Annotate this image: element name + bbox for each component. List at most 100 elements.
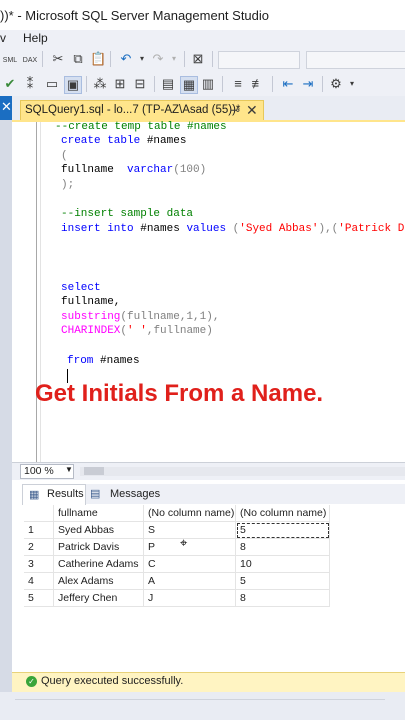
increase-indent-icon[interactable]: ⇥ xyxy=(300,76,316,92)
check-syntax-icon[interactable]: ✔ xyxy=(2,76,18,92)
live-stats-icon[interactable]: ⊞ xyxy=(112,76,128,92)
horizontal-scrollbar[interactable] xyxy=(80,467,405,476)
success-check-icon: ✓ xyxy=(26,676,37,687)
table-cell[interactable]: Patrick Davis xyxy=(54,539,144,556)
code-line: ); xyxy=(61,179,75,191)
redo-icon[interactable]: ↷ xyxy=(150,51,166,67)
title-bar: ))* - Microsoft SQL Server Management St… xyxy=(0,0,405,30)
redo-dropdown-icon[interactable]: ▾ xyxy=(166,51,182,67)
table-cell[interactable]: Catherine Adams xyxy=(54,556,144,573)
code-line: from #names xyxy=(67,355,140,367)
table-cell[interactable]: P xyxy=(144,539,236,556)
table-cell[interactable]: A xyxy=(144,573,236,590)
display-plan-icon[interactable]: ⁑ xyxy=(22,76,38,92)
table-cell[interactable]: Syed Abbas xyxy=(54,522,144,539)
intellisense-icon[interactable]: ▣ xyxy=(64,76,82,94)
table-cell[interactable]: 5 xyxy=(236,573,330,590)
close-icon[interactable]: ✕ xyxy=(1,99,12,115)
row-number[interactable]: 5 xyxy=(24,590,54,607)
code-line: fullname varchar(100) xyxy=(61,164,207,176)
tab-results-label: Results xyxy=(47,488,84,500)
code-line: insert into #names values ('Syed Abbas')… xyxy=(61,223,405,235)
toolbar-separator xyxy=(212,51,213,67)
row-number[interactable]: 3 xyxy=(24,556,54,573)
solution-explorer-icon[interactable]: ⊠ xyxy=(190,51,206,67)
undo-dropdown-icon[interactable]: ▾ xyxy=(134,51,150,67)
messages-icon: ▤ xyxy=(90,488,101,500)
toolbar-separator xyxy=(86,76,87,92)
table-cell[interactable]: Alex Adams xyxy=(54,573,144,590)
scrollbar-thumb[interactable] xyxy=(84,467,104,475)
comment-lines-icon[interactable]: ≡ xyxy=(230,76,246,92)
pin-icon[interactable]: ⊸ xyxy=(230,103,240,117)
code-line: fullname, xyxy=(61,296,121,308)
table-cell[interactable]: J xyxy=(144,590,236,607)
tab-label: SQLQuery1.sql - lo...7 (TP-AZ\Asad (55))… xyxy=(25,104,241,116)
tab-sqlquery1[interactable]: SQLQuery1.sql - lo...7 (TP-AZ\Asad (55))… xyxy=(20,100,264,121)
tab-messages[interactable]: ▤ Messages xyxy=(88,486,160,504)
copy-icon[interactable]: ⧉ xyxy=(70,51,86,67)
tab-messages-label: Messages xyxy=(110,488,161,500)
chevron-down-icon: ▼ xyxy=(65,465,73,474)
menu-view[interactable]: v xyxy=(0,31,6,45)
window-title: ))* - Microsoft SQL Server Management St… xyxy=(0,8,270,23)
standard-toolbar: SML DAX ✂ ⧉ 📋 ↶ ▾ ↷ ▾ ⊠ xyxy=(0,47,405,72)
toolbar-separator xyxy=(322,76,323,92)
table-cell[interactable]: 8 xyxy=(236,539,330,556)
table-cell[interactable]: 8 xyxy=(236,590,330,607)
sml-query-icon[interactable]: SML xyxy=(2,51,18,67)
menu-help[interactable]: Help xyxy=(23,31,48,45)
menu-bar: v Help xyxy=(0,30,405,47)
toolbar-separator xyxy=(110,51,111,67)
code-line: select xyxy=(61,282,101,294)
grid-corner[interactable] xyxy=(24,505,54,522)
close-tab-icon[interactable]: ✕ xyxy=(246,102,258,119)
splitter[interactable] xyxy=(15,699,385,700)
tab-results[interactable]: ▦ Results xyxy=(22,484,86,505)
toolbar-separator xyxy=(272,76,273,92)
decrease-indent-icon[interactable]: ⇤ xyxy=(280,76,296,92)
configuration-dropdown[interactable] xyxy=(218,51,300,69)
cut-icon[interactable]: ✂ xyxy=(50,51,66,67)
column-header[interactable]: (No column name) xyxy=(144,505,236,522)
code-line: ( xyxy=(61,150,68,162)
code-line: create table #names xyxy=(61,135,187,147)
toolbar-separator xyxy=(154,76,155,92)
toolbar-separator xyxy=(222,76,223,92)
client-stats-icon[interactable]: ⊟ xyxy=(132,76,148,92)
window-bottom-frame xyxy=(0,692,405,720)
column-header[interactable]: (No column name) xyxy=(236,505,330,522)
code-line: --create temp table #names xyxy=(55,121,227,133)
row-number[interactable]: 4 xyxy=(24,573,54,590)
toolbar-separator xyxy=(184,51,185,67)
search-box[interactable] xyxy=(306,51,405,69)
zoom-value: 100 % xyxy=(24,465,54,477)
specify-values-icon[interactable]: ⚙ xyxy=(328,76,344,92)
results-to-grid-icon[interactable]: ▦ xyxy=(180,76,198,94)
column-header[interactable]: fullname xyxy=(54,505,144,522)
overlay-caption: Get Initials From a Name. xyxy=(35,380,324,407)
status-message: Query executed successfully. xyxy=(41,675,184,687)
table-cell[interactable]: 10 xyxy=(236,556,330,573)
row-number[interactable]: 2 xyxy=(24,539,54,556)
undo-icon[interactable]: ↶ xyxy=(118,51,134,67)
table-cell[interactable]: C xyxy=(144,556,236,573)
row-number[interactable]: 1 xyxy=(24,522,54,539)
results-to-text-icon[interactable]: ▤ xyxy=(160,76,176,92)
table-cell-selected[interactable]: 5 xyxy=(236,522,330,539)
table-cell[interactable]: Jeffery Chen xyxy=(54,590,144,607)
zoom-dropdown[interactable]: 100 % ▼ xyxy=(20,464,74,479)
paste-icon[interactable]: 📋 xyxy=(90,51,106,67)
code-line: CHARINDEX(' ',fullname) xyxy=(61,325,213,337)
outlining-bar xyxy=(36,122,37,462)
uncomment-lines-icon[interactable]: ≢ xyxy=(250,76,266,92)
query-toolbar: ✔ ⁑ ▭ ▣ ⁂ ⊞ ⊟ ▤ ▦ ▥ ≡ ≢ ⇤ ⇥ ⚙ ▾ xyxy=(0,72,405,96)
table-cell[interactable]: S xyxy=(144,522,236,539)
query-options-icon[interactable]: ▭ xyxy=(44,76,60,92)
code-line: --insert sample data xyxy=(61,208,194,220)
toolbar-separator xyxy=(42,51,43,67)
toolbar-overflow-icon[interactable]: ▾ xyxy=(344,76,360,92)
results-to-file-icon[interactable]: ▥ xyxy=(200,76,216,92)
dax-query-icon[interactable]: DAX xyxy=(22,51,38,67)
include-plan-icon[interactable]: ⁂ xyxy=(92,76,108,92)
